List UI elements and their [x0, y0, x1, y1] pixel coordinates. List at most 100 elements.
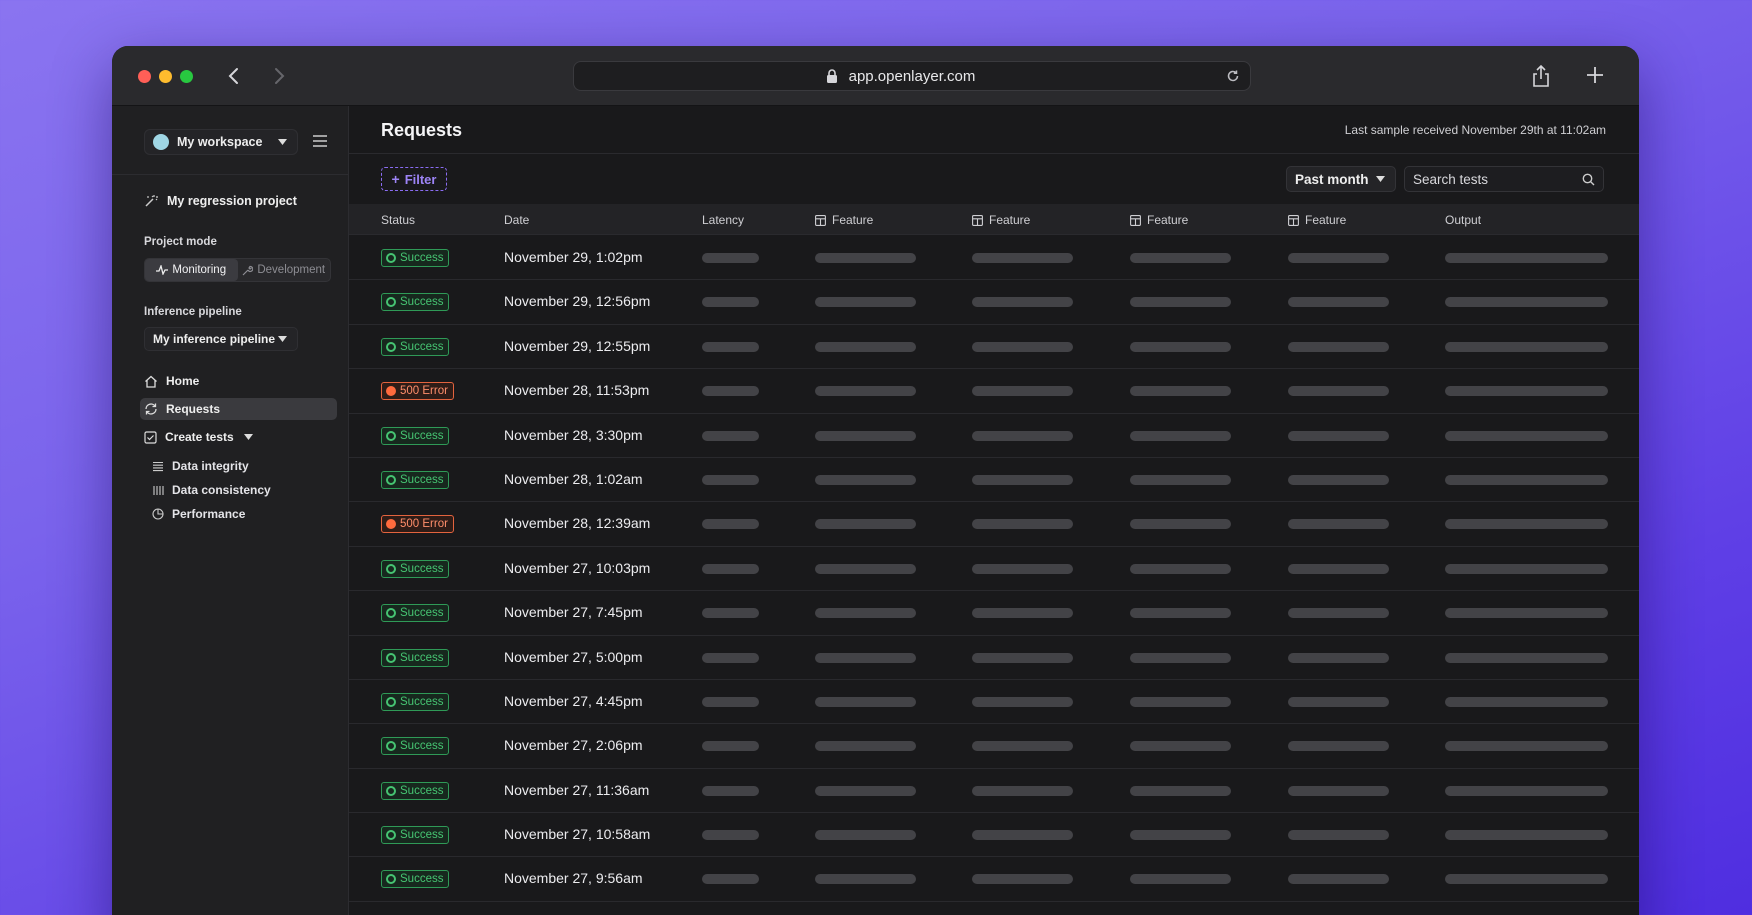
success-circle-icon — [386, 430, 396, 441]
loading-placeholder — [972, 474, 1073, 485]
home-icon — [145, 375, 157, 388]
request-date: November 29, 1:02pm — [504, 249, 643, 265]
forward-arrow-icon[interactable] — [267, 64, 291, 88]
success-circle-icon — [386, 830, 396, 841]
status-badge-success: Success — [381, 826, 450, 845]
nav-performance[interactable]: Performance — [152, 505, 245, 523]
browser-window: app.openlayer.com My workspace My regres… — [112, 46, 1639, 915]
loading-placeholder — [702, 696, 759, 707]
status-badge-success: Success — [381, 870, 450, 889]
hamburger-menu-icon[interactable] — [312, 134, 328, 148]
close-window-button[interactable] — [138, 70, 151, 83]
column-header-feature-4[interactable]: Feature — [1288, 213, 1346, 227]
loading-placeholder — [702, 830, 759, 841]
browser-titlebar: app.openlayer.com — [112, 46, 1639, 106]
success-circle-icon — [386, 341, 396, 352]
table-icon — [972, 214, 983, 226]
nav-create-tests[interactable]: Create tests — [140, 426, 337, 448]
loading-placeholder — [972, 785, 1073, 796]
nav-requests[interactable]: Requests — [140, 398, 337, 420]
loading-placeholder — [1288, 652, 1389, 663]
table-row[interactable]: Success November 27, 10:58am — [349, 813, 1639, 858]
loading-placeholder — [1445, 830, 1608, 841]
loading-placeholder — [815, 785, 916, 796]
mode-development-button[interactable]: Development — [238, 259, 331, 281]
table-row[interactable]: Success November 29, 1:02pm — [349, 236, 1639, 281]
loading-placeholder — [1130, 608, 1231, 619]
success-circle-icon — [386, 874, 396, 885]
table-row[interactable]: Success November 29, 12:55pm — [349, 325, 1639, 370]
maximize-window-button[interactable] — [180, 70, 193, 83]
request-date: November 27, 9:56am — [504, 870, 643, 887]
header-divider — [349, 153, 1639, 154]
loading-placeholder — [1445, 297, 1608, 308]
reload-icon[interactable] — [1226, 69, 1240, 83]
search-input[interactable] — [1405, 167, 1575, 191]
table-row[interactable]: Success November 27, 2:06pm — [349, 724, 1639, 769]
request-date: November 27, 2:06pm — [504, 737, 643, 754]
loading-placeholder — [1130, 519, 1231, 530]
loading-placeholder — [1288, 386, 1389, 397]
table-row[interactable]: Success November 28, 1:02am — [349, 458, 1639, 503]
mode-monitoring-button[interactable]: Monitoring — [145, 259, 238, 281]
time-period-selector[interactable]: Past month — [1286, 166, 1396, 192]
filter-button[interactable]: + Filter — [381, 167, 447, 191]
loading-placeholder — [702, 386, 759, 397]
status-text: Success — [400, 252, 444, 264]
success-circle-icon — [386, 785, 396, 796]
column-header-latency[interactable]: Latency — [702, 213, 744, 227]
request-date: November 28, 11:53pm — [504, 382, 650, 399]
loading-placeholder — [972, 519, 1073, 530]
pie-chart-icon — [152, 508, 164, 520]
table-row[interactable]: Success November 27, 4:45pm — [349, 680, 1639, 725]
request-date: November 28, 12:39am — [504, 515, 651, 532]
column-header-date[interactable]: Date — [504, 213, 529, 227]
new-tab-icon[interactable] — [1584, 64, 1606, 86]
loading-placeholder — [1130, 474, 1231, 485]
loading-placeholder — [702, 608, 759, 619]
address-bar[interactable]: app.openlayer.com — [573, 61, 1251, 91]
workspace-selector[interactable]: My workspace — [144, 129, 298, 155]
minimize-window-button[interactable] — [159, 70, 172, 83]
loading-placeholder — [972, 386, 1073, 397]
table-row[interactable]: 500 Error November 28, 11:53pm — [349, 369, 1639, 414]
table-row[interactable]: Success November 27, 11:36am — [349, 769, 1639, 814]
activity-icon — [156, 265, 169, 275]
column-header-feature-2[interactable]: Feature — [972, 213, 1030, 227]
column-header-output[interactable]: Output — [1445, 213, 1481, 227]
table-row[interactable]: Success November 27, 9:56am — [349, 857, 1639, 902]
table-row[interactable]: Success November 29, 12:56pm — [349, 280, 1639, 325]
project-link[interactable]: My regression project — [144, 194, 297, 208]
loading-placeholder — [815, 430, 916, 441]
status-text: Success — [400, 829, 444, 842]
table-row[interactable]: 500 Error November 28, 12:39am — [349, 502, 1639, 547]
table-row[interactable]: Success November 27, 7:45pm — [349, 591, 1639, 636]
caret-down-icon — [1376, 176, 1385, 182]
column-header-feature-1[interactable]: Feature — [815, 213, 873, 227]
pipeline-selector[interactable]: My inference pipeline — [144, 327, 298, 351]
nav-home[interactable]: Home — [140, 370, 337, 392]
table-row[interactable]: Success November 27, 5:00pm — [349, 636, 1639, 680]
success-circle-icon — [386, 563, 396, 574]
nav-data-consistency[interactable]: Data consistency — [152, 481, 271, 499]
loading-placeholder — [972, 874, 1073, 885]
loading-placeholder — [815, 341, 916, 352]
nav-data-integrity[interactable]: Data integrity — [152, 457, 249, 475]
search-box — [1404, 166, 1604, 192]
loading-placeholder — [1288, 785, 1389, 796]
column-header-feature-3[interactable]: Feature — [1130, 213, 1188, 227]
table-row[interactable]: Success November 27, 10:03pm — [349, 547, 1639, 592]
table-row[interactable]: Success November 28, 3:30pm — [349, 414, 1639, 458]
status-text: 500 Error — [400, 385, 448, 398]
error-dot-icon — [386, 386, 396, 397]
caret-down-icon — [243, 434, 253, 440]
search-icon[interactable] — [1582, 173, 1595, 186]
share-icon[interactable] — [1531, 64, 1551, 88]
back-arrow-icon[interactable] — [222, 64, 246, 88]
sidebar-divider — [112, 174, 348, 175]
loading-placeholder — [815, 563, 916, 574]
request-date: November 27, 4:45pm — [504, 692, 643, 709]
plus-icon: + — [391, 171, 400, 187]
column-header-status[interactable]: Status — [381, 213, 415, 227]
loading-placeholder — [1288, 519, 1389, 530]
